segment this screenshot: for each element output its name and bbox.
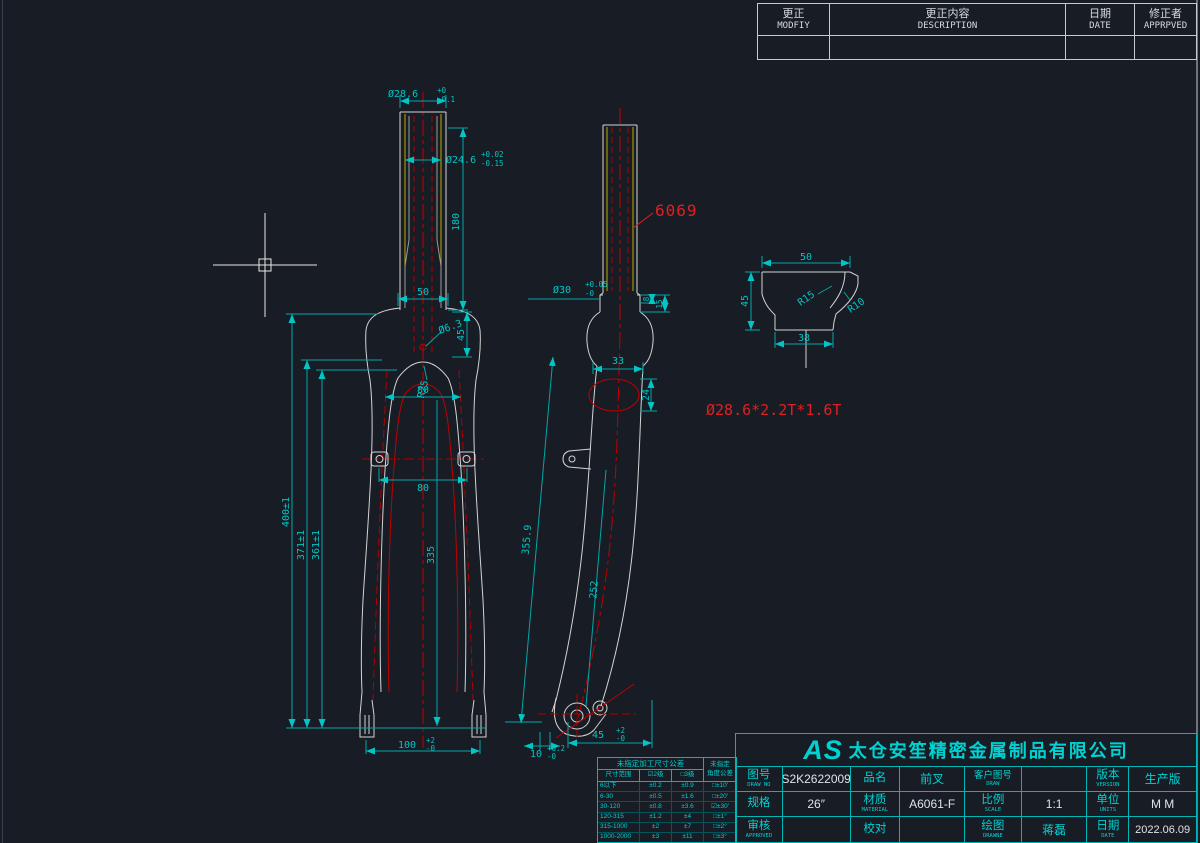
dim-steerer-od-lo: -0.1 <box>437 95 455 104</box>
company-banner: AS 太仓安笙精密金属制品有限公司 <box>736 734 1196 767</box>
crosshair-cursor <box>213 213 317 317</box>
revision-table: 更正 MODFIY 更正内容 DESCRIPTION 日期 DATE 修正者 A… <box>757 3 1197 60</box>
drawing-viewport: Ø28.6 +0 -0.1 Ø24.6 +0.02 -0.15 180 50 4… <box>0 0 1200 843</box>
tol-col-range: 尺寸范围 <box>598 770 640 781</box>
field-units-value: M M <box>1129 792 1196 816</box>
dim-race-hi: +0.05 <box>585 280 608 289</box>
revision-table-header: 更正 MODFIY 更正内容 DESCRIPTION 日期 DATE 修正者 A… <box>758 4 1196 36</box>
detail-width-top: 50 <box>800 252 812 263</box>
dim-bore-lo: -0.15 <box>481 159 504 168</box>
tolerance-row: 30-120 ±0.8 ±3.6 ☑±30′ <box>598 802 736 812</box>
dim-boss-spacing: 80 <box>417 483 429 494</box>
field-units-label: 单位 UNITS <box>1087 792 1129 816</box>
dim-dropout-spacing: 100 <box>398 740 416 751</box>
detail-radius-inner: R15 <box>796 289 817 308</box>
dim-bore: Ø24.6 <box>446 154 476 166</box>
field-version-label: 版本 VERSION <box>1087 767 1129 791</box>
dim-race-height: 8 <box>642 296 651 301</box>
side-view-geometry <box>538 108 653 740</box>
rev-col-approved: 修正者 APPRPVED <box>1135 4 1196 35</box>
field-partname-value: 前叉 <box>900 767 965 791</box>
title-block: AS 太仓安笙精密金属制品有限公司 图号 DRAW NO S2K2622009 … <box>735 733 1197 843</box>
detail-height: 45 <box>740 295 751 307</box>
tolerance-table-title: 未指定加工尺寸公差 <box>598 758 703 770</box>
dim-arch-width: 80 <box>417 385 429 396</box>
field-scale-label: 比例 SCALE <box>965 792 1022 816</box>
rev-col-modify: 更正 MODFIY <box>758 4 830 35</box>
alloy-note: 6069 <box>655 201 698 220</box>
dim-crown-depth: 33 <box>612 356 624 367</box>
field-check-label: 校对 <box>851 817 901 843</box>
dim-crown-height: 45 <box>456 329 467 341</box>
field-approved-value <box>783 817 851 843</box>
field-drawnby-value: 蒋磊 <box>1022 817 1088 843</box>
field-approved-label: 审核 APPROVED <box>736 817 783 843</box>
field-customer-drawno-label: 客户图号 DRAW <box>965 767 1022 791</box>
field-customer-drawno-value <box>1022 767 1088 791</box>
tolerance-row: 6以下 ±0.2 ±0.9 □±10′ <box>598 782 736 792</box>
dim-race-lo: -0 <box>585 289 595 298</box>
side-view-labels: Ø30 +0.05 -0 8 15 33 24 355.9 252 10 +0.… <box>521 201 842 761</box>
tolerance-row: 1000-2000 ±3 ±11 □±3° <box>598 833 736 842</box>
field-drawno-label: 图号 DRAW NO <box>736 767 783 791</box>
dim-race-dia: Ø30 <box>553 284 571 296</box>
detail-width-bottom: 38 <box>798 333 810 344</box>
tol-col-grade2: ☑2级 <box>640 770 672 781</box>
field-check-value <box>900 817 965 843</box>
front-view-labels: Ø28.6 +0 -0.1 Ø24.6 +0.02 -0.15 180 50 4… <box>281 86 504 753</box>
dim-leg-length: 252 <box>588 580 601 599</box>
field-scale-value: 1:1 <box>1022 792 1088 816</box>
dim-overall-length: 400±1 <box>281 497 292 527</box>
field-drawno-value: S2K2622009 <box>783 767 851 791</box>
field-spec-value: 26″ <box>783 792 851 816</box>
tolerance-row: 6-30 ±0.5 ±1.6 □±20′ <box>598 792 736 802</box>
tolerance-row: 120-315 ±1.2 ±4 □±1° <box>598 813 736 823</box>
field-material-label: 材质 MATERIAL <box>851 792 901 816</box>
dim-hole-height: 24 <box>641 389 652 401</box>
field-version-value: 生产版 <box>1129 767 1196 791</box>
dim-slot-lo: -0 <box>547 752 557 761</box>
cad-canvas[interactable]: Ø28.6 +0 -0.1 Ø24.6 +0.02 -0.15 180 50 4… <box>0 0 1200 843</box>
tol-col-grade3: □3级 <box>672 770 703 781</box>
rev-col-date: 日期 DATE <box>1066 4 1135 35</box>
tolerance-table: 未指定加工尺寸公差 尺寸范围 ☑2级 □3级 未指定 角度公差 6以下 ±0.2… <box>597 757 737 843</box>
front-view-dimension-lines <box>286 95 486 754</box>
field-date-value: 2022.06.09 <box>1129 817 1196 843</box>
company-name: 太仓安笙精密金属制品有限公司 <box>849 737 1129 763</box>
tol-angle-header: 未指定 角度公差 <box>704 758 736 781</box>
dim-race-total: 15 <box>655 299 664 308</box>
field-material-value: A6061-F <box>900 792 965 816</box>
field-spec-label: 规格 <box>736 792 783 816</box>
dim-dropout-lo: -0 <box>426 744 436 753</box>
dim-slot-width: 10 <box>530 749 542 760</box>
dim-blade-length: 335 <box>426 546 437 564</box>
field-date-label: 日期 DATE <box>1087 817 1129 843</box>
dim-axis-length: 355.9 <box>521 524 535 555</box>
dim-tip-length: 45 <box>592 730 604 741</box>
tube-spec-note: Ø28.6*2.2T*1.6T <box>706 401 841 419</box>
dim-steerer-length: 180 <box>451 213 462 231</box>
company-logo: AS <box>803 735 843 766</box>
tolerance-row: 315-1000 ±2 ±7 □±2° <box>598 823 736 833</box>
field-drawnby-label: 绘图 DRAWNE <box>965 817 1022 843</box>
front-view-geometry <box>360 92 486 748</box>
dim-steerer-od: Ø28.6 <box>388 88 418 100</box>
rev-col-description: 更正内容 DESCRIPTION <box>830 4 1066 35</box>
dim-tip-lo: -0 <box>616 734 626 743</box>
dim-length-361: 361±1 <box>311 530 322 560</box>
dim-bore-hi: +0.02 <box>481 150 504 159</box>
revision-table-empty-row <box>758 36 1196 59</box>
field-partname-label: 品名 <box>851 767 901 791</box>
dim-steerer-od-hi: +0 <box>437 86 447 95</box>
dim-crown-width: 50 <box>417 287 429 298</box>
detail-view-geometry <box>762 272 858 368</box>
dim-length-371: 371±1 <box>296 530 307 560</box>
